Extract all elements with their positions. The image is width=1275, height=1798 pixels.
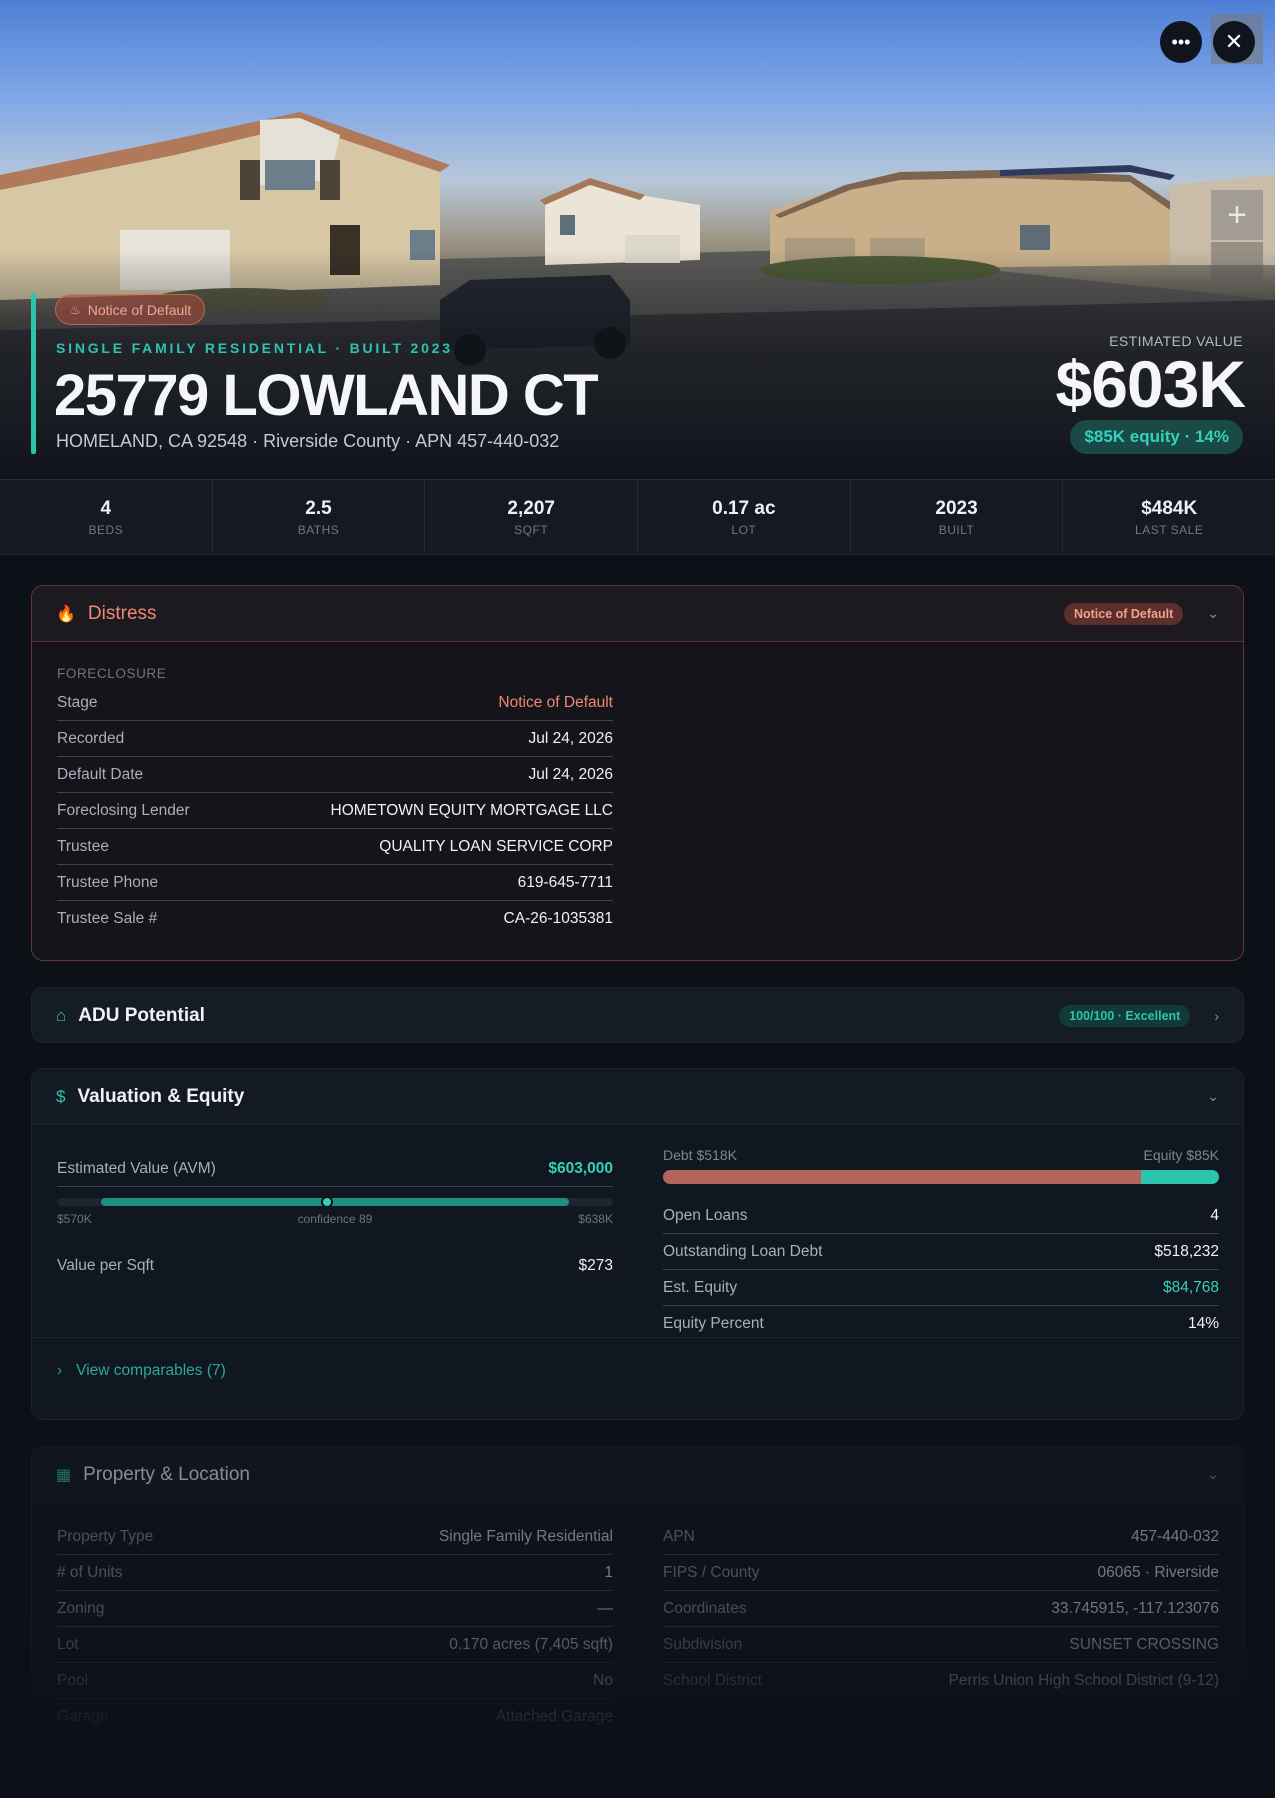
- zoom-in-button[interactable]: +: [1211, 190, 1263, 240]
- equity-pill: $85K equity · 14%: [1070, 420, 1243, 454]
- flame-icon: ♨: [70, 302, 81, 317]
- property-row: Pool No: [57, 1663, 613, 1699]
- foreclosure-row: Trustee Phone 619-645-7711: [57, 865, 613, 901]
- equity-segment: [1141, 1170, 1219, 1184]
- valuation-right-column: Debt $518K Equity $85K Open Loans 4 Outst…: [663, 1147, 1219, 1342]
- location-row: Coordinates 33.745915, -117.123076: [663, 1591, 1219, 1627]
- location-row: School District Perris Union High School …: [663, 1672, 1219, 1689]
- property-row: Zoning —: [57, 1591, 613, 1627]
- chevron-down-icon[interactable]: ⌄: [1207, 1466, 1219, 1483]
- property-stats-bar: 4 BEDS 2.5 BATHS 2,207 SQFT 0.17 ac LOT 2023…: [0, 479, 1275, 555]
- chevron-down-icon[interactable]: ⌄: [1207, 1088, 1219, 1105]
- close-icon: ✕: [1224, 29, 1244, 54]
- close-button[interactable]: ✕: [1213, 21, 1255, 63]
- property-location-card: ▦ Property & Location ⌄ Property Type Sin…: [31, 1446, 1244, 1736]
- more-options-button[interactable]: •••: [1160, 21, 1202, 63]
- location-row: FIPS / County 06065 · Riverside: [663, 1555, 1219, 1591]
- foreclosure-row: Stage Notice of Default: [57, 685, 613, 721]
- hero-accent-bar: [31, 293, 36, 454]
- debt-label: Debt $518K: [663, 1147, 737, 1163]
- valuation-equity-card: $ Valuation & Equity ⌄ Estimated Value (…: [31, 1068, 1244, 1420]
- stat-baths: 2.5 BATHS: [213, 480, 426, 554]
- property-title: Property & Location: [83, 1463, 250, 1485]
- foreclosure-row: Trustee Sale # CA-26-1035381: [57, 910, 613, 927]
- ellipsis-icon: •••: [1171, 31, 1191, 52]
- distress-title: Distress: [87, 602, 157, 624]
- foreclosure-row: Default Date Jul 24, 2026: [57, 757, 613, 793]
- distress-card: 🔥 Distress Notice of Default ⌄ FORECLOSU…: [31, 585, 1244, 961]
- property-location: HOMELAND, CA 92548 · Riverside County · …: [56, 431, 560, 451]
- range-low: $570K: [57, 1212, 92, 1226]
- property-subtitle: SINGLE FAMILY RESIDENTIAL · BUILT 2023: [56, 340, 453, 356]
- avm-confidence-range: [57, 1196, 613, 1208]
- loan-row: Open Loans 4: [663, 1198, 1219, 1234]
- property-detail-panel: ♨ Notice of Default SINGLE FAMILY RESIDE…: [0, 0, 1275, 1798]
- property-card-header[interactable]: ▦ Property & Location ⌄: [32, 1447, 1243, 1503]
- estimated-value: $603K: [1055, 347, 1246, 421]
- distress-badge: ♨ Notice of Default: [55, 294, 206, 325]
- value-per-sqft-row: Value per Sqft $273: [57, 1257, 613, 1274]
- location-row: APN 457-440-032: [663, 1519, 1219, 1555]
- location-row: Subdivision SUNSET CROSSING: [663, 1627, 1219, 1663]
- foreclosure-details: Stage Notice of Default Recorded Jul 24, 2…: [57, 685, 1243, 937]
- property-left-column: Property Type Single Family Residential #…: [57, 1519, 613, 1735]
- stat-last-sale: $484K LAST SALE: [1135, 498, 1204, 537]
- valuation-title: Valuation & Equity: [77, 1085, 245, 1107]
- foreclosure-row: Trustee QUALITY LOAN SERVICE CORP: [57, 829, 613, 865]
- foreclosure-section-label: FORECLOSURE: [57, 666, 167, 681]
- range-labels: $570K confidence 89 $638K: [57, 1212, 613, 1226]
- foreclosure-row: Recorded Jul 24, 2026: [57, 721, 613, 757]
- flame-icon: 🔥: [56, 605, 76, 623]
- home-icon: ⌂: [56, 1006, 67, 1025]
- avm-row: Estimated Value (AVM) $603,000: [57, 1151, 613, 1187]
- property-photo: ♨ Notice of Default SINGLE FAMILY RESIDE…: [0, 0, 1275, 479]
- adu-card-header[interactable]: ⌂ ADU Potential 100/100 · Excellent ›: [32, 988, 1243, 1042]
- equity-label: Equity $85K: [1143, 1147, 1220, 1163]
- confidence-label: confidence 89: [297, 1212, 373, 1226]
- range-high: $638K: [578, 1212, 613, 1226]
- building-icon: ▦: [56, 1466, 72, 1484]
- stat-sqft: 2,207 SQFT: [425, 480, 639, 554]
- loan-row: Outstanding Loan Debt $518,232: [663, 1234, 1219, 1270]
- foreclosure-row: Foreclosing Lender HOMETOWN EQUITY MORTGA…: [57, 793, 613, 829]
- property-right-column: APN 457-440-032 FIPS / County 06065 · Rive…: [663, 1519, 1219, 1699]
- valuation-left-column: Estimated Value (AVM) $603,000 $570K con…: [57, 1151, 613, 1284]
- avm-value-marker: [320, 1196, 333, 1208]
- valuation-divider: [32, 1337, 1243, 1338]
- debt-equity-labels: Debt $518K Equity $85K: [663, 1147, 1219, 1163]
- view-comparables-link[interactable]: › View comparables (7): [57, 1362, 226, 1380]
- loan-row: Est. Equity $84,768: [663, 1270, 1219, 1306]
- confidence-range-fill: [101, 1198, 569, 1206]
- property-row: # of Units 1: [57, 1555, 613, 1591]
- property-row: Lot 0.170 acres (7,405 sqft): [57, 1627, 613, 1663]
- valuation-card-header[interactable]: $ Valuation & Equity ⌄: [32, 1069, 1243, 1125]
- stat-beds: 4 BEDS: [0, 480, 213, 554]
- chevron-right-icon: ›: [57, 1362, 63, 1379]
- distress-card-header[interactable]: 🔥 Distress Notice of Default ⌄: [32, 586, 1243, 642]
- dollar-icon: $: [56, 1086, 66, 1106]
- adu-potential-card[interactable]: ⌂ ADU Potential 100/100 · Excellent ›: [31, 987, 1244, 1043]
- property-address: 25779 LOWLAND CT: [54, 363, 599, 428]
- property-row: Garage Attached Garage: [57, 1708, 613, 1725]
- distress-status-badge: Notice of Default: [1063, 602, 1184, 625]
- distress-badge-label: Notice of Default: [87, 301, 192, 318]
- debt-equity-bar: [663, 1170, 1219, 1184]
- view-comparables-label: View comparables (7): [76, 1362, 226, 1379]
- property-row: Property Type Single Family Residential: [57, 1519, 613, 1555]
- debt-segment: [663, 1170, 1142, 1184]
- adu-score-badge: 100/100 · Excellent: [1059, 1005, 1191, 1027]
- chevron-right-icon[interactable]: ›: [1214, 1008, 1219, 1024]
- plus-icon: +: [1227, 195, 1247, 234]
- adu-title: ADU Potential: [78, 1005, 205, 1026]
- stat-built: 2023 BUILT: [851, 480, 1064, 554]
- chevron-down-icon[interactable]: ⌄: [1207, 605, 1219, 622]
- stat-lot: 0.17 ac LOT: [638, 480, 851, 554]
- zoom-out-button[interactable]: [1211, 242, 1263, 292]
